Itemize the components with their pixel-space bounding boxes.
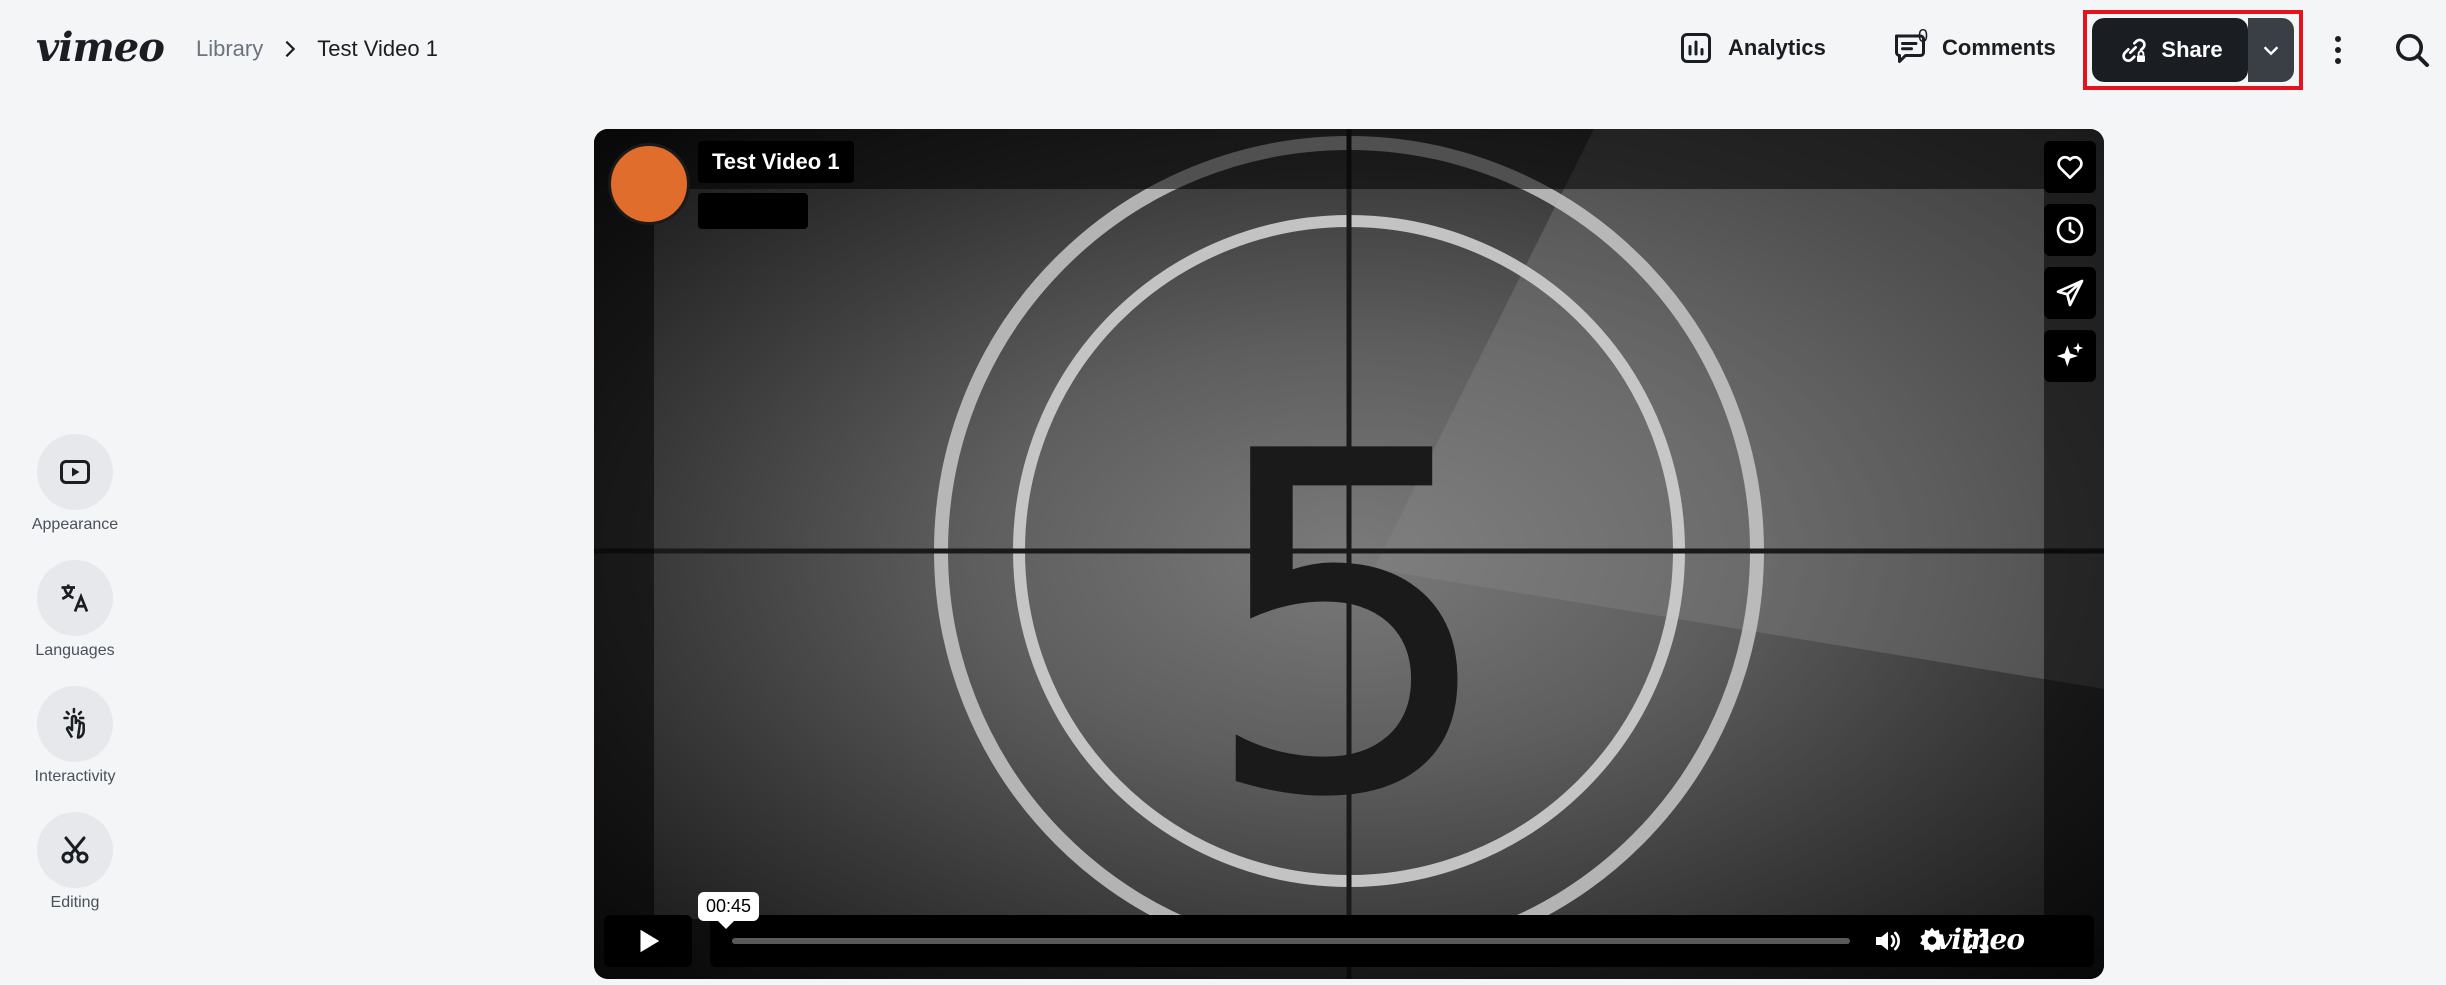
- top-bar: vimeo Library Test Video 1 Analytics Com…: [0, 0, 2446, 100]
- volume-icon[interactable]: [1872, 925, 1904, 957]
- search-icon[interactable]: [2392, 30, 2432, 70]
- sidebar-item-languages[interactable]: Languages: [20, 560, 130, 660]
- analytics-button[interactable]: Analytics: [1678, 30, 1826, 66]
- vimeo-logo[interactable]: vimeo: [36, 24, 165, 71]
- play-icon: [640, 929, 660, 953]
- ai-sparkle-button[interactable]: [2044, 330, 2096, 382]
- sidebar-label-languages: Languages: [35, 642, 115, 659]
- breadcrumb-current: Test Video 1: [317, 36, 438, 61]
- sidebar-label-editing: Editing: [50, 894, 100, 911]
- heart-icon: [2057, 155, 2083, 179]
- clock-icon: [2056, 216, 2084, 244]
- breadcrumb: Library Test Video 1: [196, 36, 438, 62]
- play-square-icon: [60, 460, 90, 484]
- player-controls: vimeo: [604, 915, 2094, 967]
- avatar[interactable]: [608, 143, 690, 225]
- share-button-group: Share: [2092, 18, 2294, 82]
- share-video-button[interactable]: [2044, 267, 2096, 319]
- watch-later-button[interactable]: [2044, 204, 2096, 256]
- chevron-down-icon: [2263, 46, 2279, 56]
- countdown-number: 5: [1199, 353, 1498, 900]
- breadcrumb-library-link[interactable]: Library: [196, 36, 263, 62]
- progress-bar[interactable]: [732, 938, 1850, 944]
- link-lock-icon: [2122, 38, 2147, 63]
- comments-count-badge: 0: [1918, 26, 1929, 46]
- languages-circle: [37, 560, 113, 636]
- film-countdown-graphic: 5: [594, 129, 2104, 979]
- sidebar-label-interactivity: Interactivity: [34, 768, 116, 785]
- sidebar-item-editing[interactable]: Editing: [20, 812, 130, 912]
- sidebar-item-interactivity[interactable]: Interactivity: [20, 686, 130, 786]
- vimeo-player-logo[interactable]: vimeo: [1936, 923, 2025, 956]
- play-button[interactable]: [604, 915, 692, 967]
- analytics-icon: [1681, 33, 1711, 63]
- sidebar-item-appearance[interactable]: Appearance: [20, 434, 130, 534]
- share-label: Share: [2161, 37, 2223, 62]
- sidebar-label-appearance: Appearance: [31, 516, 119, 533]
- share-dropdown-toggle[interactable]: [2248, 18, 2294, 82]
- sparkle-icon: [2056, 342, 2084, 367]
- paper-plane-icon: [2056, 279, 2084, 307]
- tap-hand-icon: [63, 707, 85, 739]
- control-bar: vimeo: [710, 915, 2094, 967]
- appearance-circle: [37, 434, 113, 510]
- comments-label: Comments: [1942, 35, 2056, 60]
- more-options-icon[interactable]: [2326, 32, 2350, 68]
- scissors-icon: [61, 836, 89, 864]
- video-player[interactable]: 5 Test Video 1 vimeo: [594, 129, 2104, 979]
- chevron-right-icon: [285, 40, 296, 58]
- interactivity-circle: [37, 686, 113, 762]
- analytics-label: Analytics: [1728, 35, 1826, 60]
- translate-icon: [61, 584, 89, 613]
- video-byline-redacted: [698, 193, 808, 229]
- share-button[interactable]: Share: [2092, 18, 2248, 82]
- like-button[interactable]: [2044, 141, 2096, 193]
- video-title[interactable]: Test Video 1: [698, 141, 854, 183]
- editing-circle: [37, 812, 113, 888]
- comments-button[interactable]: Comments: [1892, 30, 2056, 66]
- time-tooltip: 00:45: [698, 892, 760, 929]
